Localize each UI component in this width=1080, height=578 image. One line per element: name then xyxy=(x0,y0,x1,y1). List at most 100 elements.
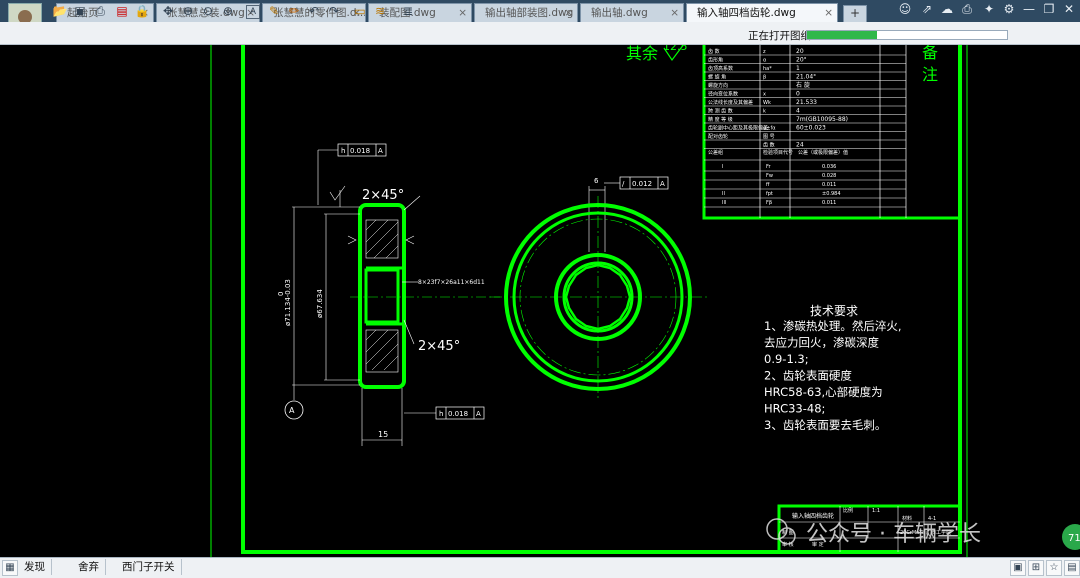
param-name: 配对齿轮 xyxy=(708,133,728,140)
print-toolbar-icon[interactable]: ⎙ xyxy=(92,3,108,19)
param-symbol: β xyxy=(763,75,766,81)
tol-code: Fβ xyxy=(766,200,772,206)
param-name: 齿形角 xyxy=(708,57,723,64)
text-icon[interactable]: A xyxy=(246,5,260,19)
tol-value: 0.011 xyxy=(822,200,836,206)
tab-label: 输出轴部装图.dwg xyxy=(485,7,574,19)
loading-progress-bar xyxy=(806,30,1008,40)
zoom-realtime-icon[interactable]: ⊕ xyxy=(180,3,196,19)
drawing-canvas[interactable]: 其余 12.5 齿 数 z 20 齿形角 α 20° 齿顶高系数 ha* 1 螺 旋 角 β 21.0… xyxy=(0,40,1080,557)
param-name: 齿轮副中心距及其极限偏差 xyxy=(708,125,768,132)
pencil-icon[interactable]: ✎ xyxy=(266,3,282,19)
users-icon[interactable]: ☺ xyxy=(896,2,914,16)
tech-line: 去应力回火，渗碳深度 xyxy=(764,336,879,350)
param-value: 7m(GB10095-88) xyxy=(796,116,848,123)
param-value: 24 xyxy=(796,142,804,149)
badge-number: 71 xyxy=(1068,533,1080,544)
remarks-2: 注 xyxy=(922,65,938,84)
param-value: 20° xyxy=(796,57,807,64)
close-icon[interactable]: × xyxy=(670,4,679,22)
svg-text:6: 6 xyxy=(594,177,599,185)
svg-text:h: h xyxy=(341,147,345,155)
gear-icon[interactable]: ⚙ xyxy=(1000,2,1018,16)
svg-text:A: A xyxy=(660,180,665,188)
tech-line: 2、齿轮表面硬度 xyxy=(764,369,852,383)
star-icon[interactable]: ☆ xyxy=(1046,560,1062,576)
cloud-icon[interactable]: ☁ xyxy=(938,2,956,16)
new-tab-button[interactable]: + xyxy=(843,5,867,23)
share-icon[interactable]: ⇗ xyxy=(918,2,936,16)
layers-icon[interactable]: ≣ xyxy=(400,3,416,19)
pan-icon[interactable]: ✥ xyxy=(160,3,176,19)
minimize-icon[interactable]: — xyxy=(1020,2,1038,16)
drawing-border xyxy=(241,40,962,554)
compare-icon[interactable]: ≋ xyxy=(372,3,388,19)
param-value: 1 xyxy=(796,65,800,72)
undo-icon[interactable]: ↶ xyxy=(306,3,322,19)
param-name: 齿 数 xyxy=(708,48,720,55)
tol-header-cell: 公差组 xyxy=(708,149,723,156)
measure-icon[interactable]: ▭ xyxy=(352,3,368,19)
tol-header-cell: 公差（或极限偏差）值 xyxy=(798,149,848,156)
tech-title: 技术要求 xyxy=(810,304,858,318)
tol-value: ±0.984 xyxy=(822,191,841,197)
param-name: 螺 旋 角 xyxy=(708,74,726,81)
watermark: 公众号 · 车辆学长 xyxy=(766,518,981,547)
tol-code: Fw xyxy=(766,173,773,179)
settings-icon[interactable]: ✦ xyxy=(980,2,998,16)
layout-tab-2[interactable]: 舍弃 xyxy=(72,559,106,575)
svg-text:A: A xyxy=(476,410,481,418)
tol-code: ff xyxy=(766,182,770,188)
close-icon[interactable]: × xyxy=(564,4,573,22)
param-symbol: α xyxy=(763,58,767,64)
tab-output-shaft-sub[interactable]: 输出轴部装图.dwg × xyxy=(474,3,578,22)
print-icon[interactable]: ⎙ xyxy=(958,2,976,17)
zoom-extents-icon[interactable]: ⊚ xyxy=(220,3,236,19)
grid-icon[interactable]: ⊞ xyxy=(1028,560,1044,576)
dim-outer-diameter: ø71.134-0.03 xyxy=(284,279,292,326)
param-value: 60±0.023 xyxy=(796,125,826,132)
model-icon[interactable]: ▦ xyxy=(2,560,18,576)
lock-icon[interactable]: 🔒 xyxy=(134,3,150,19)
tol-code: Fr xyxy=(766,164,772,170)
svg-text:A: A xyxy=(378,147,383,155)
layout-tab-1[interactable]: 发现 xyxy=(18,559,52,575)
datum-symbol: A xyxy=(289,406,295,415)
param-value: 右 旋 xyxy=(796,81,810,89)
parameter-rows: 齿 数 z 20 齿形角 α 20° 齿顶高系数 ha* 1 螺 旋 角 β 21.04° 螺旋方向 右 … xyxy=(704,48,906,208)
open-icon[interactable]: 📂 xyxy=(52,3,68,19)
param-symbol: Wk xyxy=(763,100,771,106)
fcf-bottom: h 0.018 A xyxy=(435,406,485,420)
fcf-top: h 0.018 A xyxy=(318,143,387,157)
tol-value: 0.028 xyxy=(822,173,836,179)
layout-icon[interactable]: ▤ xyxy=(1064,560,1080,576)
close-icon[interactable]: × xyxy=(824,4,833,22)
pdf-icon[interactable]: ▤ xyxy=(114,3,130,19)
layout-tab-3[interactable]: 西门子开关 xyxy=(116,559,182,575)
title-scale: 1:1 xyxy=(872,508,880,514)
tech-line: 1、渗碳热处理。然后淬火, xyxy=(764,319,901,333)
svg-text:h: h xyxy=(439,410,443,418)
param-name: 螺旋方向 xyxy=(708,82,728,89)
watermark-text: 公众号 · 车辆学长 xyxy=(806,522,981,547)
param-name: 精 度 等 级 xyxy=(708,116,733,123)
chamfer-top: 2×45° xyxy=(362,188,404,203)
markup-icon[interactable]: ✏ xyxy=(286,3,302,19)
roughness-rest-label: 其余 xyxy=(626,45,658,63)
tab-label: 输出轴.dwg xyxy=(591,7,648,19)
restore-icon[interactable]: ❐ xyxy=(1040,2,1058,16)
tech-line: 0.9-1.3; xyxy=(764,352,809,366)
close-window-icon[interactable]: ✕ xyxy=(1060,2,1078,16)
zoom-window-icon[interactable]: ⊙ xyxy=(200,3,216,19)
close-icon[interactable]: × xyxy=(458,4,467,22)
chamfer-bottom: 2×45° xyxy=(418,339,460,354)
tab-output-shaft[interactable]: 输出轴.dwg × xyxy=(580,3,684,22)
param-symbol: α±fα xyxy=(763,126,776,132)
redo-icon[interactable]: ↷ xyxy=(326,3,342,19)
tol-value: 0.011 xyxy=(822,182,836,188)
save-icon[interactable]: ▣ xyxy=(72,3,88,19)
tab-input-gear[interactable]: 输入轴四档齿轮.dwg × xyxy=(686,3,838,22)
snap-icon[interactable]: ▣ xyxy=(1010,560,1026,576)
tech-requirements: 1、渗碳热处理。然后淬火, 去应力回火，渗碳深度 0.9-1.3; 2、齿轮表面硬度 H… xyxy=(764,319,901,432)
svg-text:0.018: 0.018 xyxy=(448,410,468,418)
